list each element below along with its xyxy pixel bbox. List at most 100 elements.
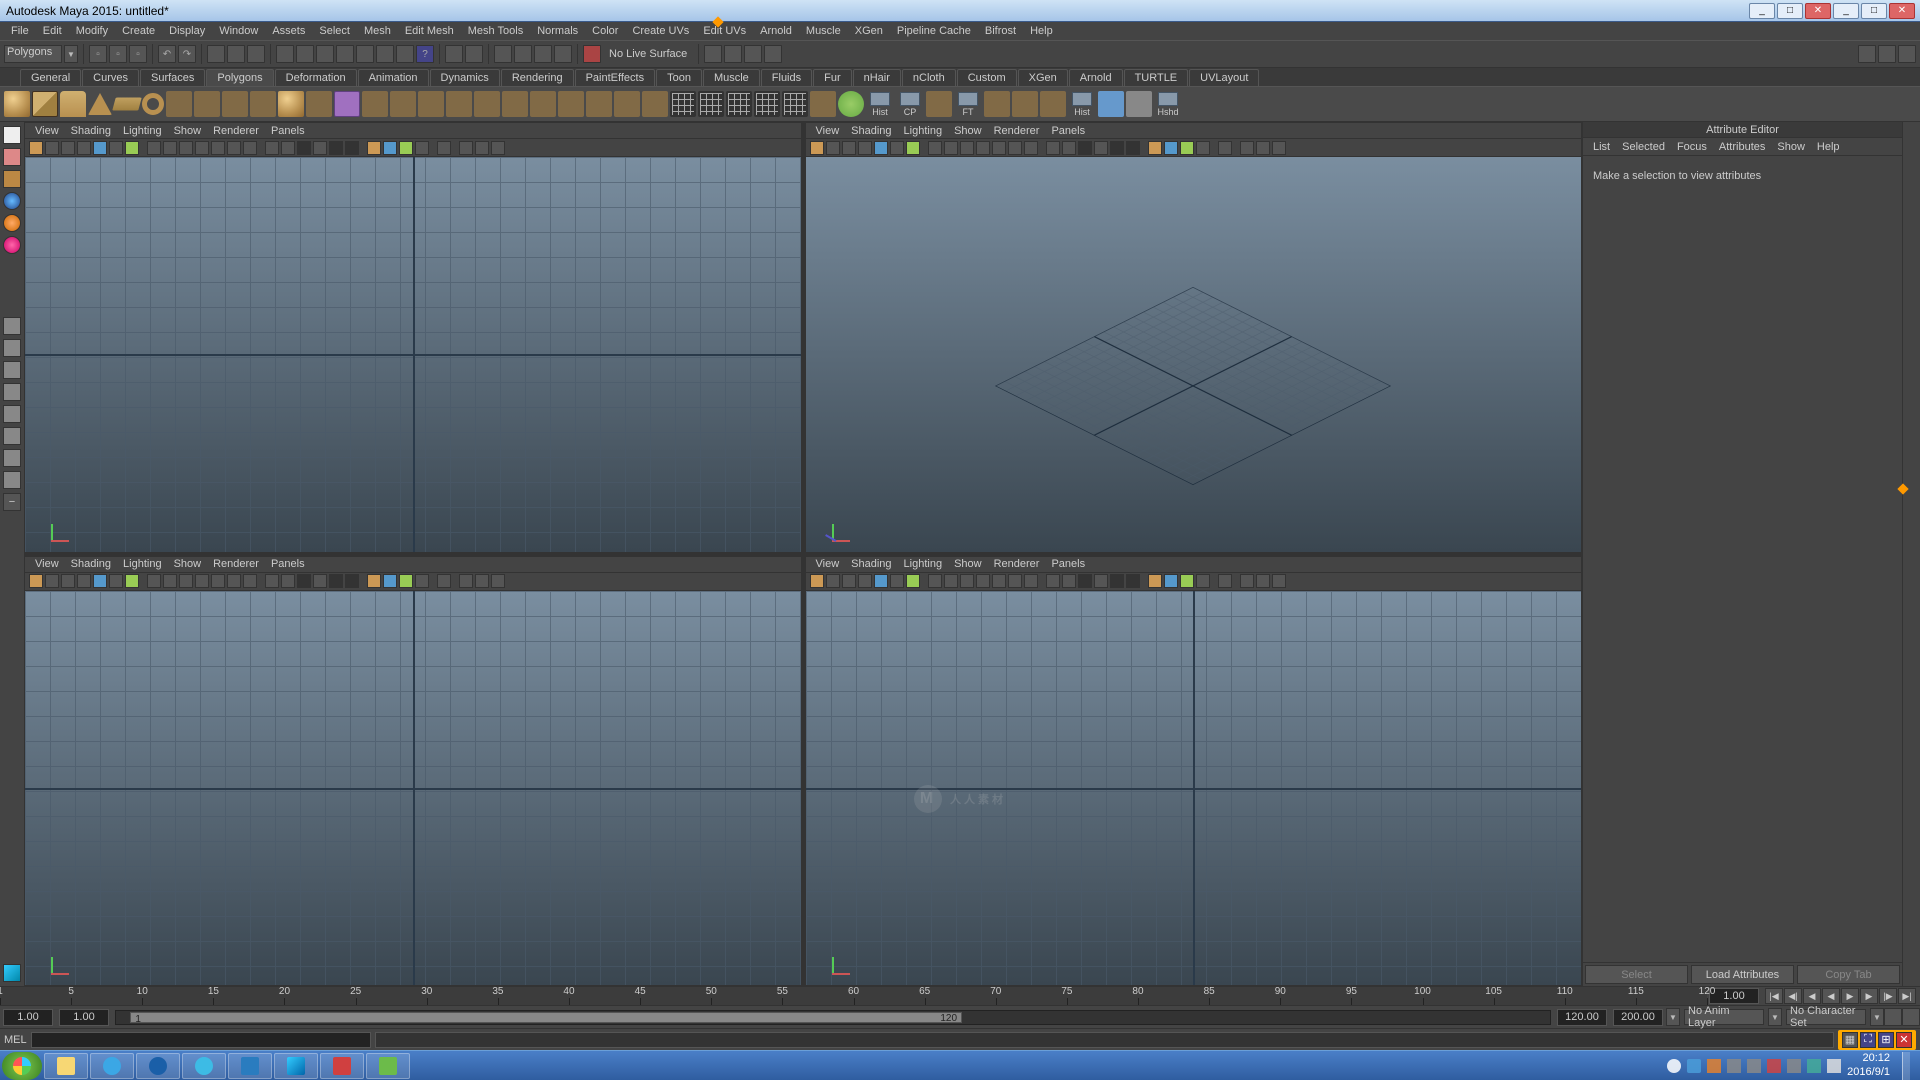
vp-menu-panels[interactable]: Panels — [265, 558, 311, 570]
taskbar-app-explorer[interactable] — [44, 1053, 88, 1079]
vp-tool-icon[interactable] — [944, 141, 958, 155]
shelf-tab-fluids[interactable]: Fluids — [761, 69, 812, 86]
uv-editor-icon[interactable] — [1098, 91, 1124, 117]
current-frame-field[interactable] — [1709, 988, 1759, 1004]
shelf-tab-animation[interactable]: Animation — [358, 69, 429, 86]
tray-network-icon[interactable] — [1807, 1059, 1821, 1073]
taskbar-app-3[interactable] — [228, 1053, 272, 1079]
tray-app-icon[interactable] — [1707, 1059, 1721, 1073]
vp-tool-icon[interactable] — [345, 574, 359, 588]
shelf-tab-custom[interactable]: Custom — [957, 69, 1017, 86]
vp-tool-icon[interactable] — [491, 141, 505, 155]
vp-tool-icon[interactable] — [1218, 574, 1232, 588]
vp-tool-icon[interactable] — [1008, 574, 1022, 588]
help-icon[interactable]: ? — [416, 45, 434, 63]
ae-menu-list[interactable]: List — [1587, 141, 1616, 153]
render-icon[interactable] — [445, 45, 463, 63]
command-input[interactable] — [31, 1032, 371, 1048]
combine-icon[interactable] — [362, 91, 388, 117]
output-op-icon[interactable] — [534, 45, 552, 63]
menu-modify[interactable]: Modify — [69, 24, 115, 38]
poly-sphere-icon[interactable] — [4, 91, 30, 117]
vp-tool-icon[interactable] — [960, 574, 974, 588]
vp-tool-icon[interactable] — [1110, 141, 1124, 155]
toggle-b-icon[interactable] — [724, 45, 742, 63]
vp-menu-shading[interactable]: Shading — [845, 125, 897, 137]
ipr-render-icon[interactable] — [465, 45, 483, 63]
vp-menu-shading[interactable]: Shading — [845, 558, 897, 570]
vp-menu-lighting[interactable]: Lighting — [117, 125, 168, 137]
save-scene-icon[interactable]: ▫ — [129, 45, 147, 63]
vp-tool-icon[interactable] — [992, 141, 1006, 155]
bridge-icon[interactable] — [474, 91, 500, 117]
snap-plane-icon[interactable] — [336, 45, 354, 63]
vp-tool-icon[interactable] — [810, 141, 824, 155]
vp-tool-icon[interactable] — [61, 574, 75, 588]
play-back-button[interactable]: ◀ — [1822, 988, 1840, 1004]
toggle-d-icon[interactable] — [764, 45, 782, 63]
extrude-icon[interactable] — [446, 91, 472, 117]
ae-menu-show[interactable]: Show — [1771, 141, 1811, 153]
vp-tool-icon[interactable] — [195, 574, 209, 588]
vp-tool-icon[interactable] — [147, 574, 161, 588]
aux-restore-button[interactable]: □ — [1861, 3, 1887, 19]
menu-arnold[interactable]: Arnold — [753, 24, 799, 38]
tray-help-icon[interactable] — [1687, 1059, 1701, 1073]
vp-tool-icon[interactable] — [960, 141, 974, 155]
close-button[interactable]: ✕ — [1805, 3, 1831, 19]
shelf-tab-toon[interactable]: Toon — [656, 69, 702, 86]
vp-tool-icon[interactable] — [1180, 141, 1194, 155]
step-forward-key-button[interactable]: |▶ — [1879, 988, 1897, 1004]
vp-tool-icon[interactable] — [147, 141, 161, 155]
menu-pipeline-cache[interactable]: Pipeline Cache — [890, 24, 978, 38]
vp-tool-icon[interactable] — [842, 141, 856, 155]
open-scene-icon[interactable]: ▫ — [109, 45, 127, 63]
range-inner-start-field[interactable] — [59, 1009, 109, 1026]
vp-tool-icon[interactable] — [45, 141, 59, 155]
taskbar-app-5[interactable] — [366, 1053, 410, 1079]
range-options-dropdown[interactable]: ▼ — [1666, 1008, 1680, 1026]
show-desktop-button[interactable] — [1902, 1052, 1910, 1080]
viewport-canvas-front[interactable] — [25, 591, 801, 986]
vp-tool-icon[interactable] — [243, 141, 257, 155]
cp-button[interactable]: CP — [896, 90, 924, 118]
sidebar-toggle-c-icon[interactable] — [1898, 45, 1916, 63]
poly-cube-icon[interactable] — [32, 91, 58, 117]
vp-tool-icon[interactable] — [345, 141, 359, 155]
vp-menu-panels[interactable]: Panels — [1045, 558, 1091, 570]
right-tabs-rail[interactable] — [1902, 122, 1920, 986]
ae-menu-help[interactable]: Help — [1811, 141, 1846, 153]
taskbar-app-1[interactable] — [136, 1053, 180, 1079]
fill-hole-icon[interactable] — [984, 91, 1010, 117]
vp-tool-icon[interactable] — [459, 141, 473, 155]
layout-two-v-icon[interactable] — [3, 383, 21, 401]
vp-menu-lighting[interactable]: Lighting — [898, 125, 949, 137]
vp-tool-icon[interactable] — [383, 574, 397, 588]
vp-tool-icon[interactable] — [1240, 141, 1254, 155]
vp-tool-icon[interactable] — [179, 141, 193, 155]
layout-two-h-icon[interactable] — [3, 361, 21, 379]
viewport-persp[interactable]: View Shading Lighting Show Renderer Pane… — [805, 122, 1583, 553]
shelf-tab-deformation[interactable]: Deformation — [275, 69, 357, 86]
range-inner-end-field[interactable] — [1557, 1009, 1607, 1026]
vp-tool-icon[interactable] — [890, 141, 904, 155]
vp-tool-icon[interactable] — [874, 574, 888, 588]
shelf-tab-muscle[interactable]: Muscle — [703, 69, 760, 86]
bool-inter-icon[interactable] — [586, 91, 612, 117]
menu-mesh[interactable]: Mesh — [357, 24, 398, 38]
vp-menu-show[interactable]: Show — [168, 125, 208, 137]
layout-icon[interactable]: ⊞ — [1878, 1032, 1894, 1048]
vp-tool-icon[interactable] — [313, 141, 327, 155]
vp-tool-icon[interactable] — [992, 574, 1006, 588]
script-editor-icon[interactable]: ▦ — [1842, 1032, 1858, 1048]
viewport-side[interactable]: View Shading Lighting Show Renderer Pane… — [805, 556, 1583, 987]
char-set-arrow[interactable]: ▼ — [1870, 1008, 1884, 1026]
menu-edit-mesh[interactable]: Edit Mesh — [398, 24, 461, 38]
sculpt-1-icon[interactable] — [810, 91, 836, 117]
vp-tool-icon[interactable] — [1046, 141, 1060, 155]
viewport-front[interactable]: View Shading Lighting Show Renderer Pane… — [24, 556, 802, 987]
subdiv-proxy-icon[interactable] — [642, 91, 668, 117]
vp-tool-icon[interactable] — [1148, 574, 1162, 588]
vp-tool-icon[interactable] — [415, 141, 429, 155]
menu-create-uvs[interactable]: Create UVs — [625, 24, 696, 38]
